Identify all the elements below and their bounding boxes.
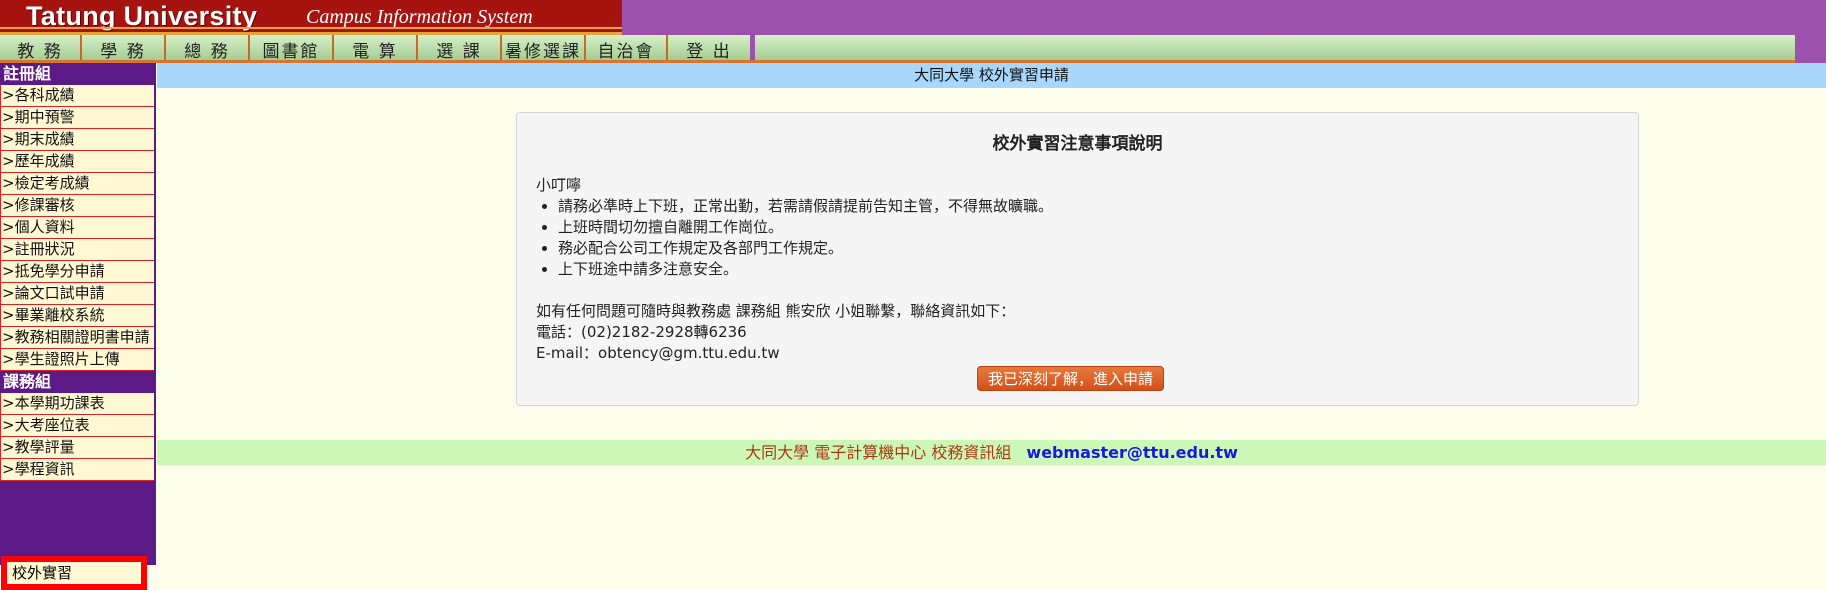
main-content: 大同大學 校外實習申請 校外實習注意事項說明 小叮嚀 請務必準時上下班，正常出勤… xyxy=(157,63,1826,565)
list-item: 務必配合公司工作規定及各部門工作規定。 xyxy=(558,238,1053,259)
sidebar-section-course-affairs: 課務組 xyxy=(3,372,52,391)
sidebar-item-internship[interactable]: 校外實習 xyxy=(1,556,147,590)
footer: 大同大學 電子計算機中心 校務資訊組 webmaster@ttu.edu.tw xyxy=(157,440,1826,465)
list-item: 請務必準時上下班，正常出勤，若需請假請提前告知主管，不得無故曠職。 xyxy=(558,196,1053,217)
main-menu-bar: 教 務 學 務 總 務 圖書館 電 算 選 課 暑修選課 自治會 登 出 xyxy=(0,35,1826,63)
sidebar-item-course-review[interactable]: >修課審核 xyxy=(0,195,154,217)
sidebar-item-grades[interactable]: >各科成績 xyxy=(0,85,154,107)
menu-summer-course[interactable]: 暑修選課 xyxy=(502,35,586,63)
notice-list: 請務必準時上下班，正常出勤，若需請假請提前告知主管，不得無故曠職。 上班時間切勿… xyxy=(536,196,1053,280)
sidebar-item-personal-info[interactable]: >個人資料 xyxy=(0,217,154,239)
notice-body: 小叮嚀 請務必準時上下班，正常出勤，若需請假請提前告知主管，不得無故曠職。 上班… xyxy=(536,175,1053,364)
sidebar-item-timetable[interactable]: >本學期功課表 xyxy=(0,393,154,415)
logo-divider xyxy=(0,27,622,29)
footer-email-link[interactable]: webmaster@ttu.edu.tw xyxy=(1026,443,1237,462)
sidebar-item-teaching-evaluation[interactable]: >教學評量 xyxy=(0,437,154,459)
menu-academic[interactable]: 教 務 xyxy=(0,35,82,63)
menu-computing[interactable]: 電 算 xyxy=(334,35,418,63)
menu-general-affairs[interactable]: 總 務 xyxy=(166,35,250,63)
notice-panel: 校外實習注意事項說明 小叮嚀 請務必準時上下班，正常出勤，若需請假請提前告知主管… xyxy=(516,112,1639,406)
sidebar-item-id-photo[interactable]: >學生證照片上傳 xyxy=(0,349,154,371)
menu-filler xyxy=(755,35,1795,63)
sidebar-item-certificates[interactable]: >教務相關證明書申請 xyxy=(0,327,154,349)
reminder-label: 小叮嚀 xyxy=(536,176,582,194)
menu-student-affairs[interactable]: 學 務 xyxy=(82,35,166,63)
notice-heading: 校外實習注意事項說明 xyxy=(992,134,1163,154)
university-logo: Tatung University Campus Information Sys… xyxy=(0,0,622,35)
menu-library[interactable]: 圖書館 xyxy=(250,35,334,63)
logo-subtitle: Campus Information System xyxy=(306,6,533,28)
sidebar-item-final-grades[interactable]: >期末成績 xyxy=(0,129,154,151)
sidebar-item-registration-status[interactable]: >註冊狀況 xyxy=(0,239,154,261)
apply-button[interactable]: 我已深刻了解，進入申請 xyxy=(977,366,1165,391)
sidebar-item-midterm-warning[interactable]: >期中預警 xyxy=(0,107,154,129)
sidebar-section-registration: 註冊組 xyxy=(3,64,52,83)
list-item: 上班時間切勿擅自離開工作崗位。 xyxy=(558,217,1053,238)
footer-org: 大同大學 電子計算機中心 校務資訊組 xyxy=(745,443,1012,462)
sidebar-item-credit-waiver[interactable]: >抵免學分申請 xyxy=(0,261,154,283)
sidebar-item-exam-seats[interactable]: >大考座位表 xyxy=(0,415,154,437)
menu-logout[interactable]: 登 出 xyxy=(668,35,750,63)
page-title: 大同大學 校外實習申請 xyxy=(157,63,1826,88)
sidebar-item-program-info[interactable]: >學程資訊 xyxy=(0,459,154,481)
menu-course-selection[interactable]: 選 課 xyxy=(418,35,502,63)
contact-phone: 電話：(02)2182-2928轉6236 xyxy=(536,323,747,341)
contact-line: 如有任何問題可隨時與教務處 課務組 熊安欣 小姐聯繫，聯絡資訊如下： xyxy=(536,302,1016,320)
sidebar-item-thesis-defense[interactable]: >論文口試申請 xyxy=(0,283,154,305)
menu-student-union[interactable]: 自治會 xyxy=(586,35,668,63)
sidebar-item-exam-grades[interactable]: >檢定考成績 xyxy=(0,173,154,195)
menu-items: 教 務 學 務 總 務 圖書館 電 算 選 課 暑修選課 自治會 登 出 xyxy=(0,35,750,63)
list-item: 上下班途中請多注意安全。 xyxy=(558,259,1053,280)
sidebar: 註冊組 >各科成績 >期中預警 >期末成績 >歷年成績 >檢定考成績 >修課審核… xyxy=(0,63,156,590)
sidebar-item-history-grades[interactable]: >歷年成績 xyxy=(0,151,154,173)
contact-email: E-mail：obtency@gm.ttu.edu.tw xyxy=(536,344,780,362)
sidebar-item-graduation[interactable]: >畢業離校系統 xyxy=(0,305,154,327)
